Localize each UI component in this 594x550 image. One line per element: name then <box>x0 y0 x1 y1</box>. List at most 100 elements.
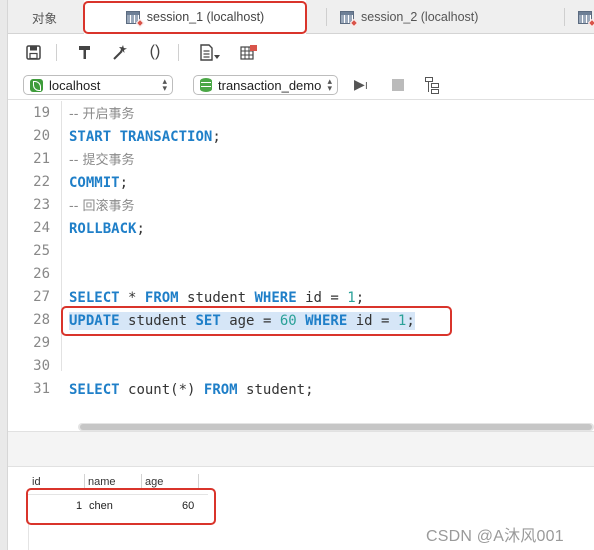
sql-identifier: student <box>187 290 247 306</box>
database-icon <box>200 78 212 92</box>
snippet-button[interactable] <box>196 41 224 63</box>
line-number: 30 <box>33 358 50 374</box>
text-cursor-icon: I <box>365 81 368 92</box>
sql-operator: = <box>262 313 272 329</box>
save-icon <box>25 44 41 60</box>
parentheses-icon: () <box>149 43 161 60</box>
grid-export-icon <box>240 44 257 60</box>
line-number: 19 <box>33 105 50 121</box>
code-line-28-selected: UPDATE student SET age = 60 WHERE id = 1… <box>69 312 415 330</box>
line-number: 27 <box>33 289 50 305</box>
line-number: 31 <box>33 381 50 397</box>
line-number: 20 <box>33 128 50 144</box>
chevron-up-down-icon: ▴ ▾ <box>327 76 332 93</box>
sql-punct: ; <box>136 221 145 237</box>
sql-identifier: age <box>229 313 255 329</box>
sql-keyword: SELECT <box>69 382 120 398</box>
stop-button[interactable] <box>392 79 404 91</box>
run-button[interactable]: ▶ I <box>354 76 376 94</box>
beautify-button[interactable] <box>108 41 130 63</box>
code-line-20: START TRANSACTION; <box>69 128 221 146</box>
save-button[interactable] <box>22 41 44 63</box>
sql-keyword: WHERE <box>305 313 348 329</box>
tab-objects[interactable]: 对象 <box>32 0 57 34</box>
code-line-24: ROLLBACK; <box>69 220 145 238</box>
column-divider[interactable] <box>198 474 199 488</box>
export-button[interactable] <box>238 41 260 63</box>
tab-session-2[interactable]: session_2 (localhost) <box>340 0 478 34</box>
cell-name[interactable]: chen <box>89 500 113 512</box>
tab-session-1[interactable]: session_1 (localhost) <box>84 0 306 34</box>
sql-punct: ; <box>305 382 314 398</box>
line-number: 21 <box>33 151 50 167</box>
tab-divider <box>564 8 565 26</box>
explain-button[interactable] <box>424 76 442 94</box>
line-number: 28 <box>33 312 50 328</box>
cell-age[interactable]: 60 <box>182 500 194 512</box>
sql-punct: ; <box>212 129 221 145</box>
code-line-27: SELECT * FROM student WHERE id = 1; <box>69 289 364 307</box>
parentheses-button[interactable]: () <box>144 41 166 63</box>
sql-number: 1 <box>347 290 356 306</box>
line-number: 29 <box>33 335 50 351</box>
connection-bar: localhost ▴ ▾ transaction_demo ▴ ▾ ▶ I <box>8 70 594 100</box>
cell-id[interactable]: 1 <box>76 500 82 512</box>
sql-operator: = <box>381 313 390 329</box>
column-header-name[interactable]: name <box>88 476 116 488</box>
sql-function: count(*) <box>128 382 196 398</box>
code-line-22: COMMIT; <box>69 174 128 192</box>
line-number: 23 <box>33 197 50 213</box>
database-select-value: transaction_demo <box>218 77 322 93</box>
sql-keyword: SELECT <box>69 290 120 306</box>
toolbar-divider <box>56 44 57 61</box>
sql-punct: ; <box>355 290 365 306</box>
sql-operator: * <box>128 290 137 306</box>
sql-keyword: UPDATE <box>69 313 120 329</box>
sql-identifier: student <box>128 313 188 329</box>
gutter-divider <box>61 101 62 371</box>
code-line-21: -- 提交事务 <box>69 151 135 170</box>
line-number: 22 <box>33 174 50 190</box>
sql-comment: -- 提交事务 <box>69 153 135 168</box>
sql-keyword: SET <box>195 313 221 329</box>
sql-number: 60 <box>279 313 297 329</box>
sql-comment: -- 开启事务 <box>69 107 135 122</box>
connection-leaf-icon <box>30 78 43 92</box>
connection-select[interactable]: localhost ▴ ▾ <box>23 75 173 95</box>
tab-divider <box>326 8 327 26</box>
sql-operator: = <box>330 290 339 306</box>
column-header-age[interactable]: age <box>145 476 163 488</box>
watermark: CSDN @A沐风001 <box>426 528 564 545</box>
sql-punct: ; <box>406 313 415 329</box>
tab-session-1-label: session_1 (localhost) <box>146 10 265 24</box>
column-divider[interactable] <box>84 474 85 488</box>
scrollbar-thumb[interactable] <box>80 424 592 430</box>
editor-toolbar: () <box>8 35 594 69</box>
table-row[interactable] <box>28 494 208 518</box>
build-button[interactable] <box>74 41 96 63</box>
connection-select-value: localhost <box>49 77 101 93</box>
tab-objects-label: 对象 <box>32 11 58 26</box>
tab-session-3[interactable] <box>578 0 594 34</box>
play-icon: ▶ <box>354 76 365 92</box>
document-icon <box>200 43 220 61</box>
line-number-gutter: 19 20 21 22 23 24 25 26 27 28 29 30 31 <box>8 101 60 431</box>
code-line-31: SELECT count(*) FROM student; <box>69 381 314 399</box>
database-select[interactable]: transaction_demo ▴ ▾ <box>193 75 338 95</box>
editor-results-splitter[interactable] <box>8 431 594 467</box>
editor-horizontal-scrollbar[interactable] <box>78 423 594 431</box>
sql-keyword: START <box>69 129 112 145</box>
line-number: 24 <box>33 220 50 236</box>
column-header-id[interactable]: id <box>32 476 41 488</box>
sql-punct: ; <box>119 175 129 191</box>
sql-keyword: WHERE <box>254 290 297 306</box>
sql-editor[interactable]: 19 20 21 22 23 24 25 26 27 28 29 30 31 -… <box>8 101 594 431</box>
grid-border <box>28 520 29 550</box>
sql-identifier: student <box>246 382 306 398</box>
tab-session-2-label: session_2 (localhost) <box>361 10 479 24</box>
sql-keyword: ROLLBACK <box>69 221 137 237</box>
column-divider[interactable] <box>141 474 142 488</box>
query-table-icon <box>340 10 359 27</box>
line-number: 26 <box>33 266 50 282</box>
chevron-up-down-icon: ▴ ▾ <box>162 76 167 93</box>
